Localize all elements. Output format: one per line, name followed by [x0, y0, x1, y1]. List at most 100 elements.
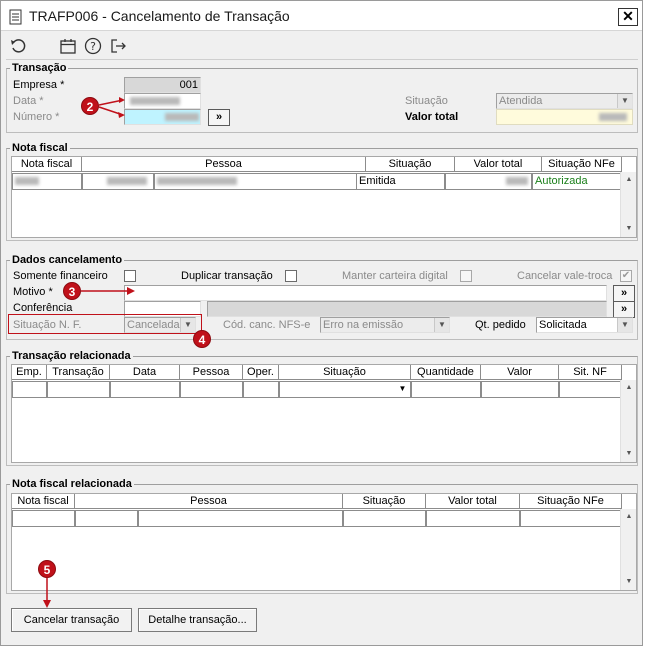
- cell-situacao: [343, 510, 426, 527]
- cod-canc-value: Erro na emissão: [323, 319, 404, 331]
- cancelamento-window: TRAFP006 - Cancelamento de Transação ✕ ?…: [0, 0, 643, 646]
- calendar-icon[interactable]: [59, 37, 77, 55]
- annotation-highlight-box: [8, 314, 202, 334]
- conferencia-description: [207, 301, 607, 317]
- cell-transacao: [47, 381, 110, 398]
- close-button[interactable]: ✕: [618, 8, 638, 26]
- conferencia-label: Conferência: [13, 302, 73, 314]
- scroll-up-icon[interactable]: ▲: [622, 509, 636, 525]
- transacao-legend: Transação: [12, 62, 67, 74]
- duplicar-transacao-label: Duplicar transação: [181, 270, 273, 282]
- col-situacao-nfe[interactable]: Situação NFe: [520, 494, 622, 509]
- numero-field[interactable]: [124, 109, 201, 125]
- situacao-combo: Atendida ▼: [496, 93, 633, 109]
- col-situacao[interactable]: Situação: [366, 157, 455, 172]
- annotation-3: 3: [63, 282, 81, 300]
- cell-data: [110, 381, 180, 398]
- qt-pedido-label: Qt. pedido: [475, 319, 526, 331]
- col-pessoa[interactable]: Pessoa: [75, 494, 343, 509]
- numero-label: Número *: [13, 111, 60, 123]
- col-valor-total[interactable]: Valor total: [455, 157, 542, 172]
- motivo-search-button[interactable]: »: [613, 285, 635, 302]
- annotation-arrow-5: [43, 578, 51, 608]
- col-pessoa[interactable]: Pessoa: [180, 365, 243, 380]
- col-nota-fiscal[interactable]: Nota fiscal: [12, 494, 75, 509]
- undo-icon[interactable]: [9, 37, 27, 55]
- col-sit-nf[interactable]: Sit. NF: [559, 365, 622, 380]
- nota-relacionada-grid[interactable]: Nota fiscal Pessoa Situação Valor total …: [11, 493, 637, 591]
- nota-fiscal-scrollbar[interactable]: ▲ ▼: [620, 172, 636, 237]
- cell-pessoa-code: [82, 173, 154, 190]
- col-situacao[interactable]: Situação: [343, 494, 426, 509]
- duplicar-transacao-checkbox[interactable]: [285, 270, 297, 282]
- cell-pessoa-name: [138, 510, 343, 527]
- col-valor-total[interactable]: Valor total: [426, 494, 520, 509]
- valor-total-label: Valor total: [405, 111, 459, 123]
- manter-carteira-label: Manter carteira digital: [342, 270, 448, 282]
- transacao-relacionada-legend: Transação relacionada: [12, 350, 131, 362]
- conferencia-search-button[interactable]: »: [613, 301, 635, 318]
- cell-pessoa-code: [75, 510, 138, 527]
- title-bar: TRAFP006 - Cancelamento de Transação ✕: [1, 1, 642, 31]
- detalhe-transacao-button[interactable]: Detalhe transação...: [138, 608, 257, 632]
- scroll-down-icon[interactable]: ▼: [622, 574, 636, 590]
- cell-pessoa-name: [154, 173, 366, 190]
- data-field[interactable]: [124, 93, 201, 109]
- cell-nota: [12, 510, 75, 527]
- cell-pessoa: [180, 381, 243, 398]
- cell-situacao-combo[interactable]: ▼: [279, 381, 411, 398]
- scroll-down-icon[interactable]: ▼: [622, 446, 636, 462]
- col-situacao-nfe[interactable]: Situação NFe: [542, 157, 622, 172]
- exit-icon[interactable]: [109, 37, 127, 55]
- dados-cancelamento-legend: Dados cancelamento: [12, 254, 123, 266]
- motivo-field[interactable]: [124, 285, 607, 301]
- scroll-up-icon[interactable]: ▲: [622, 172, 636, 188]
- empresa-label: Empresa *: [13, 79, 65, 91]
- chevron-down-icon: ▼: [617, 94, 632, 108]
- somente-financeiro-label: Somente financeiro: [13, 270, 108, 282]
- col-quantidade[interactable]: Quantidade: [411, 365, 481, 380]
- situacao-label: Situação: [405, 95, 448, 107]
- numero-search-button[interactable]: »: [208, 109, 230, 126]
- somente-financeiro-checkbox[interactable]: [124, 270, 136, 282]
- col-oper[interactable]: Oper.: [243, 365, 279, 380]
- cancelar-vale-troca-checkbox: ✔: [620, 270, 632, 282]
- empresa-field: 001: [124, 77, 201, 93]
- transacao-relacionada-scrollbar[interactable]: ▲ ▼: [620, 380, 636, 462]
- col-nota-fiscal[interactable]: Nota fiscal: [12, 157, 82, 172]
- cell-valor: [426, 510, 520, 527]
- cell-situacao: Emitida: [356, 173, 445, 190]
- check-icon: ✔: [621, 270, 631, 281]
- nota-fiscal-grid[interactable]: Nota fiscal Pessoa Situação Valor total …: [11, 156, 637, 238]
- col-pessoa[interactable]: Pessoa: [82, 157, 366, 172]
- document-icon: [9, 9, 22, 25]
- cell-nota: [12, 173, 82, 190]
- col-data[interactable]: Data: [110, 365, 180, 380]
- cell-oper: [243, 381, 279, 398]
- help-icon[interactable]: ?: [84, 37, 102, 55]
- situacao-value: Atendida: [499, 95, 543, 107]
- cell-sit-nf: [559, 381, 622, 398]
- cod-canc-label: Cód. canc. NFS-e: [223, 319, 311, 331]
- col-emp[interactable]: Emp.: [12, 365, 47, 380]
- svg-text:?: ?: [90, 40, 96, 53]
- col-situacao[interactable]: Situação: [279, 365, 411, 380]
- nota-relacionada-scrollbar[interactable]: ▲ ▼: [620, 509, 636, 590]
- data-label: Data *: [13, 95, 44, 107]
- cell-situacao-nfe: [520, 510, 622, 527]
- scroll-up-icon[interactable]: ▲: [622, 380, 636, 396]
- scroll-down-icon[interactable]: ▼: [622, 221, 636, 237]
- chevron-down-icon[interactable]: ▼: [617, 318, 632, 332]
- annotation-arrow-3: [81, 287, 135, 295]
- annotation-arrows: [98, 97, 125, 118]
- chevron-down-icon[interactable]: ▼: [395, 382, 410, 396]
- qt-pedido-combo[interactable]: Solicitada ▼: [536, 317, 633, 333]
- cell-emp: [12, 381, 47, 398]
- cancelar-transacao-button[interactable]: Cancelar transação: [11, 608, 132, 632]
- col-transacao[interactable]: Transação: [47, 365, 110, 380]
- valor-total-field: [496, 109, 633, 125]
- nota-fiscal-legend: Nota fiscal: [12, 142, 68, 154]
- transacao-relacionada-grid[interactable]: Emp. Transação Data Pessoa Oper. Situaçã…: [11, 364, 637, 463]
- cell-quantidade: [411, 381, 481, 398]
- col-valor[interactable]: Valor: [481, 365, 559, 380]
